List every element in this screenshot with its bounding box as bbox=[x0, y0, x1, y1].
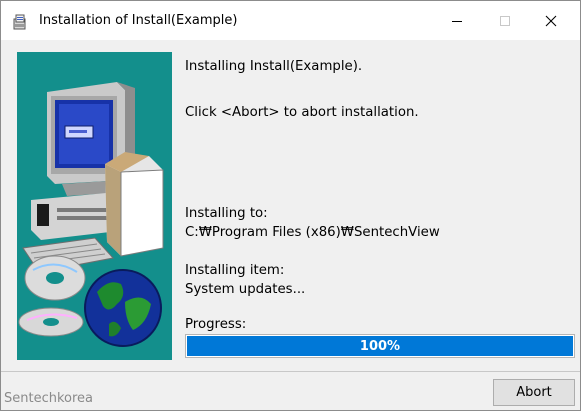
window-title: Installation of Install(Example) bbox=[39, 13, 238, 28]
close-icon bbox=[545, 15, 557, 26]
installing-to-label: Installing to: bbox=[185, 206, 268, 221]
footer-divider bbox=[1, 371, 580, 372]
installer-window: Installation of Install(Example) Install… bbox=[0, 0, 581, 411]
maximize-icon bbox=[500, 15, 510, 26]
abort-button[interactable]: Abort bbox=[493, 379, 575, 406]
installing-item-label: Installing item: bbox=[185, 263, 285, 278]
progress-bar: 100% bbox=[185, 334, 575, 358]
progress-label: Progress: bbox=[185, 317, 247, 332]
installing-message: Installing Install(Example). bbox=[185, 59, 363, 74]
progress-percent: 100% bbox=[359, 338, 401, 354]
installing-item-value: System updates... bbox=[185, 282, 306, 297]
abort-instruction: Click <Abort> to abort installation. bbox=[185, 105, 419, 120]
close-button[interactable] bbox=[528, 1, 574, 40]
computer-and-globe-illustration bbox=[18, 82, 164, 347]
installer-side-image bbox=[17, 52, 172, 360]
brand-label: Sentechkorea bbox=[4, 391, 94, 406]
installer-icon bbox=[11, 13, 29, 31]
maximize-button[interactable] bbox=[482, 1, 528, 40]
minimize-icon bbox=[452, 20, 462, 22]
title-bar[interactable]: Installation of Install(Example) bbox=[1, 1, 580, 40]
installing-to-path: C:₩Program Files (x86)₩SentechView bbox=[185, 225, 440, 240]
minimize-button[interactable] bbox=[434, 1, 480, 40]
